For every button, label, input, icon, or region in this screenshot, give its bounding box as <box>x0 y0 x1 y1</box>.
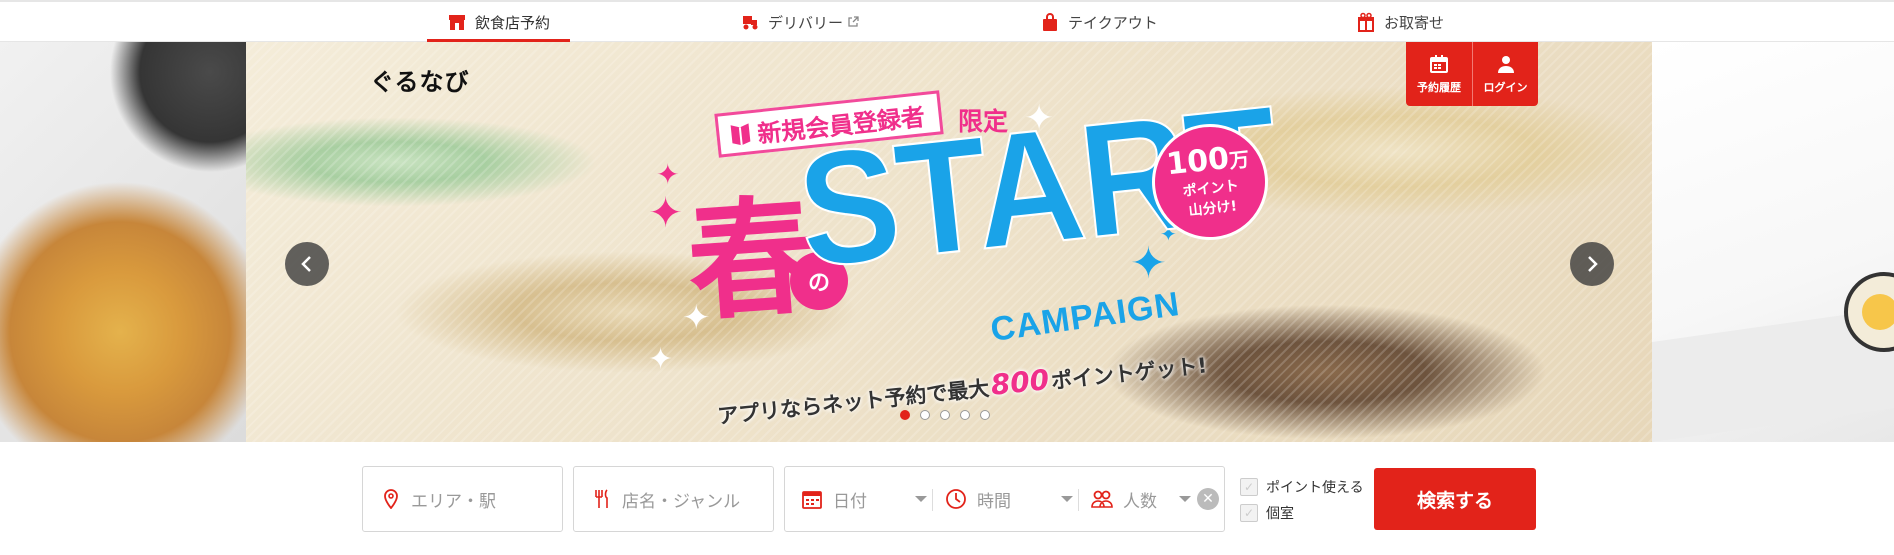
carousel-dot[interactable] <box>960 410 970 420</box>
carousel-dot[interactable] <box>920 410 930 420</box>
checkbox-icon: ✓ <box>1240 504 1258 522</box>
divider <box>932 489 933 511</box>
tab-delivery[interactable]: デリバリー <box>740 2 859 42</box>
date-select[interactable]: 日付 <box>801 467 927 531</box>
top-navigation: 飲食店予約 デリバリー テイクアウト お取寄せ <box>0 0 1894 42</box>
chevron-left-icon <box>301 256 311 272</box>
next-slide-peek[interactable] <box>1652 42 1894 442</box>
carousel-dot[interactable] <box>900 410 910 420</box>
people-icon <box>1091 490 1113 508</box>
gift-icon <box>1358 12 1374 32</box>
search-options: ✓ ポイント使える ✓ 個室 <box>1240 474 1364 526</box>
points-amount: 100万 <box>1164 140 1251 183</box>
hand-wash-icon <box>1862 294 1894 330</box>
shop-genre-input[interactable]: 店名・ジャンル <box>573 466 774 532</box>
calendar-icon <box>802 491 822 509</box>
private-room-checkbox[interactable]: ✓ 個室 <box>1240 500 1364 526</box>
carousel-dot[interactable] <box>940 410 950 420</box>
sparkle-icon: ✦ <box>656 158 680 191</box>
area-placeholder: エリア・駅 <box>411 491 496 512</box>
area-station-input[interactable]: エリア・駅 <box>362 466 563 532</box>
carousel-pagination <box>900 410 990 420</box>
external-link-icon <box>848 16 859 27</box>
datetime-people-selector: 日付 時間 人数 ✕ <box>784 466 1225 532</box>
reservation-history-button[interactable]: 予約履歴 <box>1406 42 1472 106</box>
date-placeholder: 日付 <box>833 491 867 512</box>
previous-slide-peek[interactable] <box>0 42 246 442</box>
map-pin-icon <box>384 489 398 509</box>
sparkle-icon: ✦ <box>648 188 684 237</box>
clear-icon[interactable]: ✕ <box>1197 488 1219 510</box>
carousel-dot[interactable] <box>980 410 990 420</box>
tab-label: テイクアウト <box>1068 13 1158 32</box>
carousel-prev-button[interactable] <box>285 242 329 286</box>
points-share-label: 山分け! <box>1187 198 1238 220</box>
checkbox-icon: ✓ <box>1240 478 1258 496</box>
fork-knife-icon <box>595 489 608 508</box>
chevron-down-icon <box>1061 496 1073 502</box>
time-select[interactable]: 時間 <box>945 467 1073 531</box>
clock-icon <box>946 489 966 509</box>
user-icon <box>1497 55 1514 73</box>
calendar-icon <box>1430 54 1448 73</box>
divider <box>1078 489 1079 511</box>
points-usable-checkbox[interactable]: ✓ ポイント使える <box>1240 474 1364 500</box>
time-placeholder: 時間 <box>977 491 1011 512</box>
login-button[interactable]: ログイン <box>1472 42 1538 106</box>
chevron-right-icon <box>1588 256 1598 272</box>
shop-icon <box>449 15 465 30</box>
carousel-next-button[interactable] <box>1570 242 1614 286</box>
login-label: ログイン <box>1483 80 1528 94</box>
tab-label: デリバリー <box>768 13 844 32</box>
hero-carousel: ぐるなび 予約履歴 ログイン 新規会員登録者 限定 ✦ ✦ ✦ ✦ ✦ ✦ ✦ … <box>0 42 1894 442</box>
sparkle-icon: ✦ <box>648 342 674 377</box>
private-room-label: 個室 <box>1266 506 1294 522</box>
gurunavi-logo[interactable]: ぐるなび <box>370 62 470 97</box>
delivery-icon <box>743 16 758 30</box>
people-select[interactable]: 人数 <box>1091 467 1191 531</box>
shop-placeholder: 店名・ジャンル <box>622 491 741 512</box>
tab-label: お取寄せ <box>1384 13 1445 32</box>
people-placeholder: 人数 <box>1123 491 1157 512</box>
tab-mail-order[interactable]: お取寄せ <box>1356 2 1444 42</box>
points-usable-label: ポイント使える <box>1266 480 1364 496</box>
tab-label: 飲食店予約 <box>475 13 551 32</box>
bag-icon <box>1043 13 1057 31</box>
search-button[interactable]: 検索する <box>1374 468 1536 530</box>
header-actions: 予約履歴 ログイン <box>1406 42 1538 106</box>
tab-restaurant-reservation[interactable]: 飲食店予約 <box>427 2 571 42</box>
tab-takeout[interactable]: テイクアウト <box>1040 2 1158 42</box>
chevron-down-icon <box>1179 496 1191 502</box>
book-icon <box>730 123 751 146</box>
reservation-history-label: 予約履歴 <box>1417 80 1461 94</box>
chevron-down-icon <box>915 496 927 502</box>
search-bar: エリア・駅 店名・ジャンル 日付 時間 人数 ✕ ✓ ポイント使える ✓ 個室 … <box>0 442 1894 555</box>
